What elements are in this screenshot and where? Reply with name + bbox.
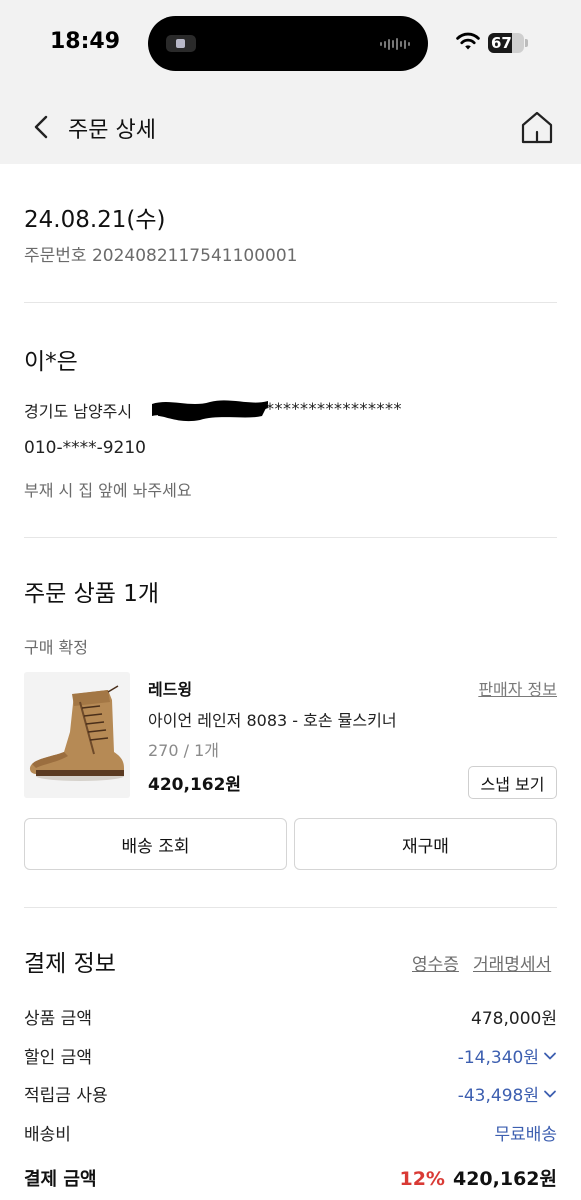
delivery-memo: 부재 시 집 앞에 놔주세요 [24,481,192,500]
points-used-text: -43,498원 [457,1086,539,1106]
product-amount-text: 478,000원 [471,1009,557,1029]
redaction-mark [152,400,268,422]
chevron-left-icon[interactable] [28,112,56,142]
divider [24,907,557,908]
address-masked: **************** [266,399,402,418]
reorder-button[interactable]: 재구매 [294,818,557,870]
phone-number: 010-****-9210 [24,438,146,458]
product-option: 270 / 1개 [148,741,220,760]
dynamic-island [148,16,428,71]
order-date: 24.08.21(수) [24,207,166,233]
recipient-name: 이*은 [24,349,78,375]
points-used-label: 적립금 사용 [24,1086,108,1106]
receipt-link[interactable]: 영수증 [412,950,459,975]
discount-percent: 12% [399,1168,445,1190]
chevron-down-icon [544,1090,556,1097]
battery-icon: 67 [488,33,524,53]
discount-value[interactable]: -14,340원 [458,1043,557,1068]
order-status: 구매 확정 [24,638,88,657]
seller-info-link[interactable]: 판매자 정보 [478,676,557,700]
product-amount-value: 478,000원 [471,1004,557,1029]
status-bar: 18:49 67 [0,0,581,90]
total-label: 결제 금액 [24,1169,97,1190]
product-price: 420,162원 [148,775,242,795]
total-amount: 420,162원 [452,1168,557,1190]
divider [24,537,557,538]
payment-title: 결제 정보 [24,951,116,977]
shipping-fee-value: 무료배송 [494,1120,557,1145]
discount-text: -14,340원 [457,1048,539,1068]
divider [24,302,557,303]
page-title: 주문 상세 [68,118,156,143]
discount-label: 할인 금액 [24,1048,92,1068]
track-delivery-button[interactable]: 배송 조회 [24,818,287,870]
battery-cap [525,39,528,47]
chevron-down-icon [544,1052,556,1059]
battery-text: 67 [491,34,512,52]
total-value: 12% 420,162원 [399,1164,557,1191]
product-amount-label: 상품 금액 [24,1009,92,1029]
order-number: 주문번호 2024082117541100001 [24,246,298,266]
product-brand: 레드윙 [148,680,193,699]
address-prefix: 경기도 남양주시 [24,402,133,421]
items-title: 주문 상품 1개 [24,581,160,607]
page-header: 주문 상세 [0,90,581,164]
boot-image [24,672,130,798]
home-icon[interactable] [518,108,556,146]
status-time: 18:49 [50,29,121,54]
shipping-fee-label: 배송비 [24,1125,71,1145]
product-name[interactable]: 아이언 레인저 8083 - 호손 뮬스키너 [148,707,397,731]
wifi-icon [456,32,480,50]
shipping-fee-text: 무료배송 [494,1125,557,1145]
app-activity-icon [166,35,196,52]
product-image[interactable] [24,672,130,798]
snap-view-button[interactable]: 스냅 보기 [468,766,557,799]
audio-wave-icon [380,38,410,50]
transaction-statement-link[interactable]: 거래명세서 [473,950,551,975]
points-used-value[interactable]: -43,498원 [458,1081,557,1106]
